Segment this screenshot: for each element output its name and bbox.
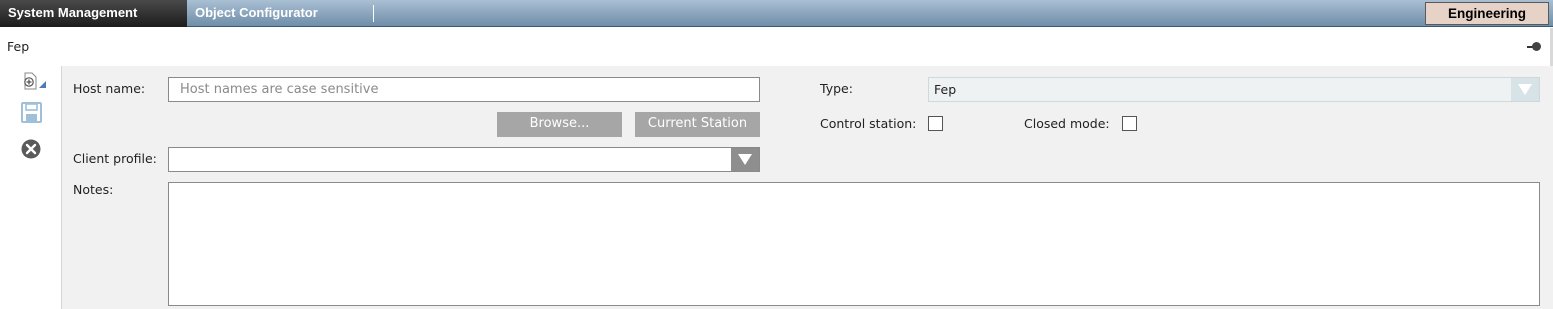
current-station-button[interactable]: Current Station [635,112,760,137]
control-station-checkbox[interactable] [928,116,943,131]
host-form-panel: Host name: Host names are case sensitive… [62,66,1553,309]
left-toolbar [0,66,62,309]
panel-header: Fep [0,28,1553,66]
client-profile-select[interactable] [168,147,760,172]
new-document-icon[interactable] [20,72,46,94]
notes-textarea[interactable] [168,182,1540,306]
host-name-label: Host name: [73,81,146,96]
notes-label: Notes: [73,182,114,197]
browse-button[interactable]: Browse... [497,112,622,137]
panel-title: Fep [7,39,30,54]
type-label: Type: [820,81,853,96]
host-name-input[interactable]: Host names are case sensitive [168,77,760,102]
type-value: Fep [934,82,957,97]
closed-mode-checkbox[interactable] [1122,116,1137,131]
pin-icon[interactable] [1527,42,1541,52]
client-profile-label: Client profile: [73,151,157,166]
tab-object-configurator[interactable]: Object Configurator [187,0,375,27]
chevron-down-icon[interactable] [731,148,759,171]
type-select[interactable]: Fep [928,77,1540,102]
save-icon[interactable] [20,102,44,124]
engineering-button[interactable]: Engineering [1425,2,1549,25]
chevron-down-icon[interactable] [1511,78,1539,101]
top-tab-bar: System Management Object Configurator En… [0,0,1553,27]
tab-system-management[interactable]: System Management [0,0,187,27]
cancel-icon[interactable] [20,138,44,160]
tab-separator [373,5,374,22]
closed-mode-label: Closed mode: [1024,116,1110,131]
control-station-label: Control station: [820,116,917,131]
